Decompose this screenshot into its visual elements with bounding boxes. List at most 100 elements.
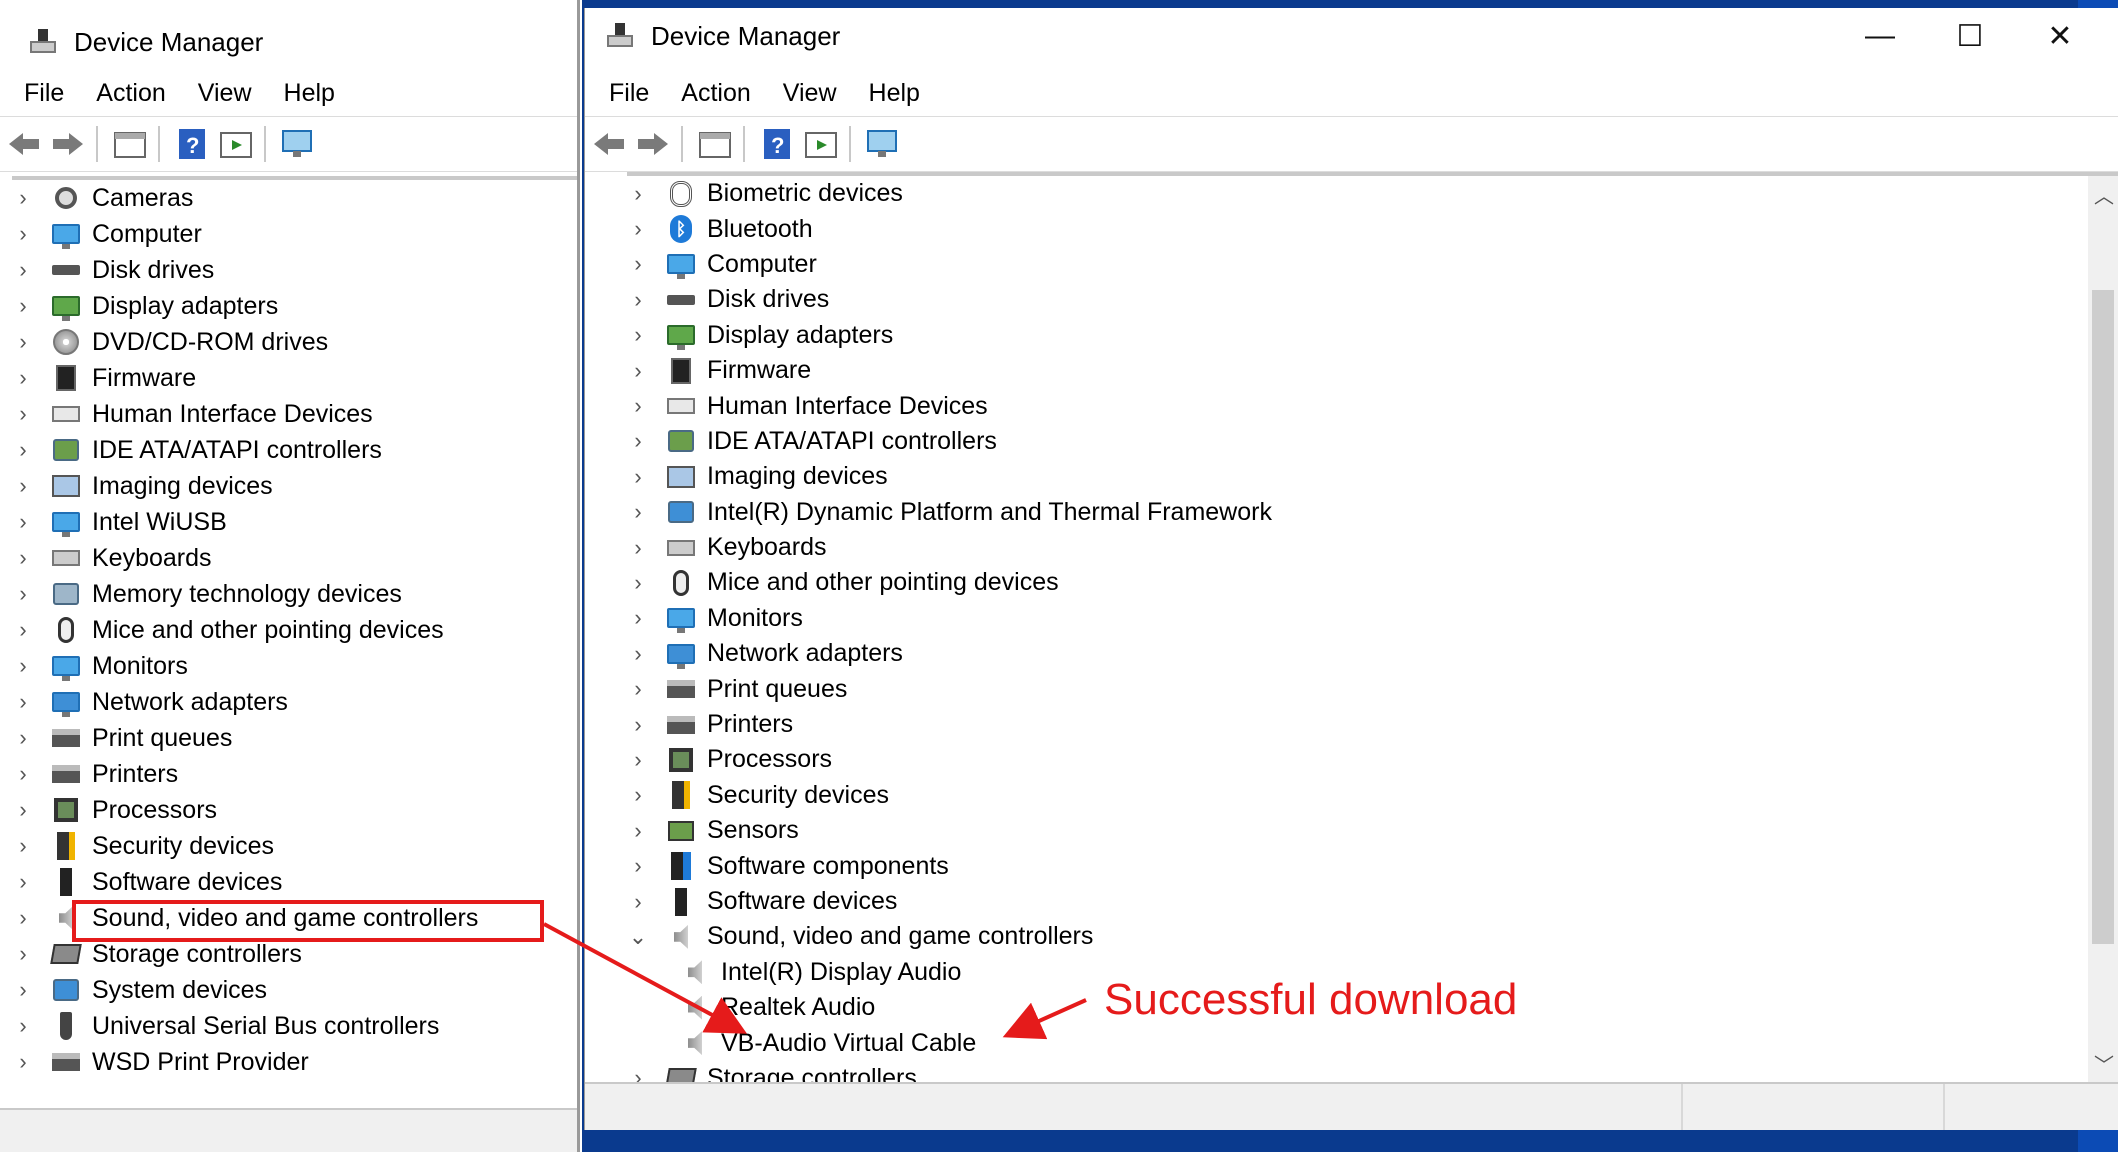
close-button[interactable]: ✕ [2015, 8, 2105, 64]
minimize-button[interactable]: — [1835, 8, 1925, 64]
chevron-right-icon[interactable]: › [12, 756, 34, 792]
scroll-down-arrow-icon[interactable]: ﹀ [2094, 1049, 2114, 1078]
tree-category[interactable]: › Human Interface Devices [627, 388, 2118, 423]
menu-help[interactable]: Help [268, 79, 351, 108]
chevron-right-icon[interactable]: › [12, 324, 34, 360]
tree-category[interactable]: › DVD/CD-ROM drives [12, 324, 577, 360]
chevron-right-icon[interactable]: › [12, 252, 34, 288]
menu-view[interactable]: View [767, 79, 853, 108]
tree-category[interactable]: › Monitors [12, 648, 577, 684]
chevron-right-icon[interactable]: › [627, 813, 649, 849]
tree-category[interactable]: › IDE ATA/ATAPI controllers [627, 424, 2118, 459]
tree-category[interactable]: › Intel(R) Dynamic Platform and Thermal F… [627, 495, 2118, 530]
tree-category[interactable]: › System devices [12, 972, 577, 1008]
tree-category[interactable]: › Print queues [627, 671, 2118, 706]
chevron-right-icon[interactable]: › [12, 648, 34, 684]
tree-category[interactable]: › Cameras [12, 180, 577, 216]
tree-category[interactable]: › Network adapters [627, 636, 2118, 671]
tree-category[interactable]: › Processors [627, 742, 2118, 777]
menu-file[interactable]: File [585, 79, 665, 108]
chevron-right-icon[interactable]: › [627, 459, 649, 495]
chevron-right-icon[interactable]: › [627, 742, 649, 778]
chevron-right-icon[interactable]: › [627, 282, 649, 318]
chevron-right-icon[interactable]: › [12, 216, 34, 252]
chevron-right-icon[interactable]: › [627, 600, 649, 636]
update-driver-icon[interactable] [801, 124, 841, 164]
chevron-right-icon[interactable]: › [12, 288, 34, 324]
tree-category[interactable]: › Universal Serial Bus controllers [12, 1008, 577, 1044]
tree-category[interactable]: › Software devices [627, 884, 2118, 919]
tree-category[interactable]: › Security devices [12, 828, 577, 864]
tree-category[interactable]: › Firmware [627, 353, 2118, 388]
properties-icon[interactable] [110, 124, 150, 164]
chevron-right-icon[interactable]: › [12, 504, 34, 540]
menu-action[interactable]: Action [665, 79, 766, 108]
tree-category[interactable]: › Software components [627, 848, 2118, 883]
tree-category[interactable]: › Human Interface Devices [12, 396, 577, 432]
menu-view[interactable]: View [182, 79, 268, 108]
tree-category[interactable]: › Mice and other pointing devices [12, 612, 577, 648]
chevron-right-icon[interactable]: › [12, 396, 34, 432]
chevron-right-icon[interactable]: › [627, 1060, 649, 1082]
chevron-right-icon[interactable]: › [627, 423, 649, 459]
menu-file[interactable]: File [0, 79, 80, 108]
back-arrow-icon[interactable] [589, 124, 629, 164]
tree-category[interactable]: › Mice and other pointing devices [627, 565, 2118, 600]
tree-category[interactable]: › Biometric devices [627, 176, 2118, 211]
properties-icon[interactable] [695, 124, 735, 164]
chevron-right-icon[interactable]: › [12, 720, 34, 756]
help-icon[interactable]: ? [172, 124, 212, 164]
tree-category[interactable]: › Storage controllers [627, 1061, 2118, 1082]
chevron-right-icon[interactable]: › [12, 540, 34, 576]
help-icon[interactable]: ? [757, 124, 797, 164]
scan-hardware-icon[interactable] [278, 124, 318, 164]
tree-category[interactable]: › Keyboards [627, 530, 2118, 565]
chevron-right-icon[interactable]: › [12, 360, 34, 396]
chevron-right-icon[interactable]: › [627, 388, 649, 424]
chevron-right-icon[interactable]: › [627, 211, 649, 247]
tree-category[interactable]: › Monitors [627, 601, 2118, 636]
back-arrow-icon[interactable] [4, 124, 44, 164]
tree-category[interactable]: › Imaging devices [627, 459, 2118, 494]
chevron-right-icon[interactable]: › [627, 777, 649, 813]
forward-arrow-icon[interactable] [633, 124, 673, 164]
chevron-right-icon[interactable]: › [12, 972, 34, 1008]
chevron-right-icon[interactable]: › [12, 468, 34, 504]
chevron-down-icon[interactable]: ⌄ [627, 919, 649, 955]
tree-category[interactable]: › Sensors [627, 813, 2118, 848]
chevron-right-icon[interactable]: › [627, 176, 649, 212]
chevron-right-icon[interactable]: › [12, 864, 34, 900]
chevron-right-icon[interactable]: › [12, 1008, 34, 1044]
tree-category[interactable]: › ᛒ Bluetooth [627, 211, 2118, 246]
tree-category[interactable]: › Network adapters [12, 684, 577, 720]
chevron-right-icon[interactable]: › [627, 246, 649, 282]
scroll-thumb[interactable] [2092, 290, 2114, 944]
tree-category[interactable]: › Disk drives [12, 252, 577, 288]
tree-category[interactable]: › Firmware [12, 360, 577, 396]
tree-category[interactable]: › WSD Print Provider [12, 1044, 577, 1080]
tree-child-item[interactable]: VB-Audio Virtual Cable [627, 1025, 2118, 1060]
tree-category[interactable]: › Printers [627, 707, 2118, 742]
chevron-right-icon[interactable]: › [12, 612, 34, 648]
chevron-right-icon[interactable]: › [12, 1044, 34, 1080]
tree-category[interactable]: › Disk drives [627, 282, 2118, 317]
tree-category[interactable]: › Security devices [627, 778, 2118, 813]
chevron-right-icon[interactable]: › [627, 707, 649, 743]
chevron-right-icon[interactable]: › [627, 848, 649, 884]
scan-hardware-icon[interactable] [863, 124, 903, 164]
menu-action[interactable]: Action [80, 79, 181, 108]
chevron-right-icon[interactable]: › [627, 317, 649, 353]
chevron-right-icon[interactable]: › [12, 900, 34, 936]
tree-category[interactable]: › IDE ATA/ATAPI controllers [12, 432, 577, 468]
tree-category[interactable]: › Display adapters [12, 288, 577, 324]
tree-category[interactable]: › Printers [12, 756, 577, 792]
vertical-scrollbar[interactable]: ︿ ﹀ [2088, 176, 2118, 1082]
chevron-right-icon[interactable]: › [627, 671, 649, 707]
forward-arrow-icon[interactable] [48, 124, 88, 164]
chevron-right-icon[interactable]: › [12, 180, 34, 216]
tree-category[interactable]: › Computer [12, 216, 577, 252]
chevron-right-icon[interactable]: › [627, 494, 649, 530]
update-driver-icon[interactable] [216, 124, 256, 164]
tree-category[interactable]: › Computer [627, 247, 2118, 282]
chevron-right-icon[interactable]: › [627, 884, 649, 920]
